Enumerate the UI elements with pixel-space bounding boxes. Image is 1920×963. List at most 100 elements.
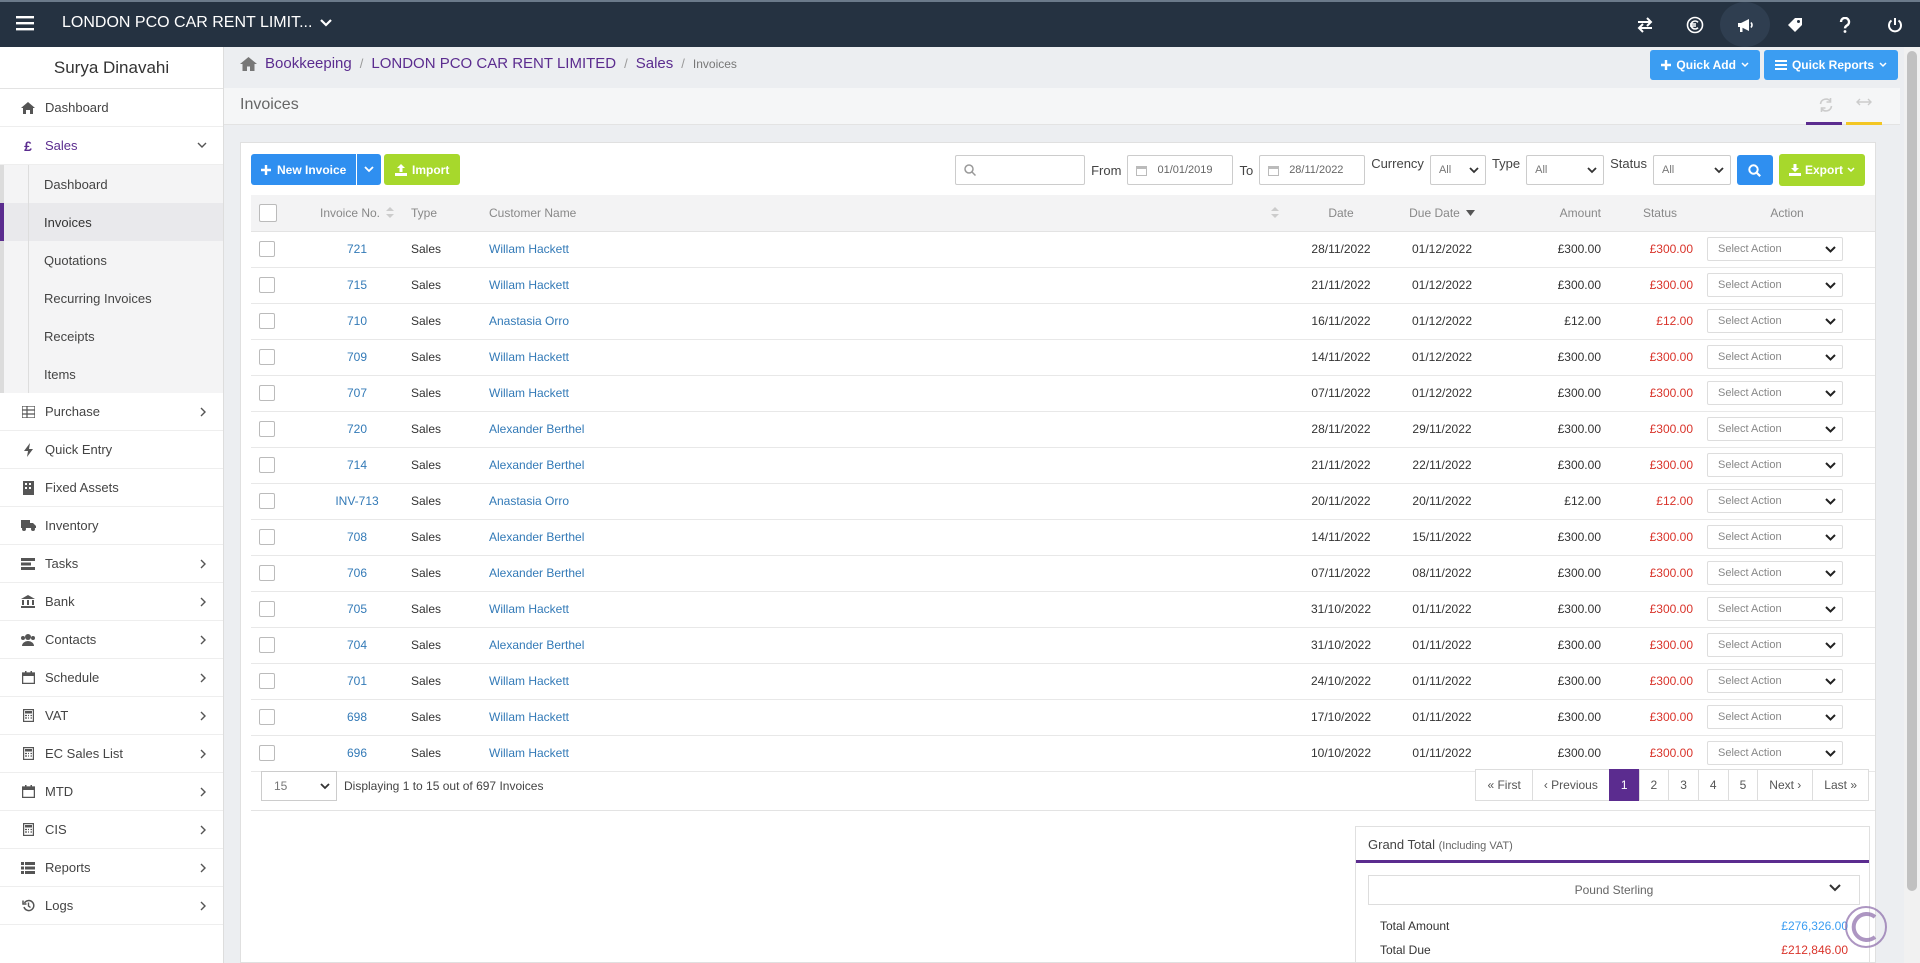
sidebar-item-logs[interactable]: Logs <box>0 887 223 925</box>
pagination-first[interactable]: « First <box>1475 769 1533 801</box>
row-checkbox[interactable] <box>259 349 275 365</box>
submenu-item-dashboard[interactable]: Dashboard <box>4 165 223 203</box>
row-checkbox[interactable] <box>259 565 275 581</box>
invoice-no-link[interactable]: 698 <box>347 710 367 724</box>
customer-link[interactable]: Alexander Berthel <box>489 458 584 472</box>
customer-link[interactable]: Willam Hackett <box>489 710 569 724</box>
export-button[interactable]: Export <box>1778 154 1865 186</box>
sidebar-item-tasks[interactable]: Tasks <box>0 545 223 583</box>
customer-link[interactable]: Alexander Berthel <box>489 422 584 436</box>
row-checkbox[interactable] <box>259 673 275 689</box>
submenu-item-quotations[interactable]: Quotations <box>4 241 223 279</box>
customer-link[interactable]: Willam Hackett <box>489 350 569 364</box>
sidebar-item-reports[interactable]: Reports <box>0 849 223 887</box>
header-amount[interactable]: Amount <box>1497 195 1605 232</box>
customer-link[interactable]: Willam Hackett <box>489 674 569 688</box>
breadcrumb-sales[interactable]: Sales <box>636 55 674 72</box>
to-date-input[interactable]: 28/11/2022 <box>1259 155 1366 185</box>
expand-icon[interactable] <box>1856 98 1872 106</box>
select-all-checkbox[interactable] <box>259 203 277 222</box>
customer-link[interactable]: Anastasia Orro <box>489 314 569 328</box>
sidebar-item-fixed-assets[interactable]: Fixed Assets <box>0 469 223 507</box>
page-scrollbar[interactable] <box>1904 47 1920 963</box>
action-select[interactable]: Select Action <box>1707 309 1843 333</box>
action-select[interactable]: Select Action <box>1707 453 1843 477</box>
customer-link[interactable]: Willam Hackett <box>489 242 569 256</box>
action-select[interactable]: Select Action <box>1707 273 1843 297</box>
page-size-select[interactable]: 15 <box>261 771 337 801</box>
row-checkbox[interactable] <box>259 745 275 761</box>
switch-icon[interactable] <box>1620 2 1670 47</box>
pagination-page-1[interactable]: 1 <box>1608 769 1640 801</box>
sidebar-item-vat[interactable]: VAT <box>0 697 223 735</box>
sidebar-item-cis[interactable]: CIS <box>0 811 223 849</box>
hamburger-menu-icon[interactable] <box>16 15 34 31</box>
action-select[interactable]: Select Action <box>1707 489 1843 513</box>
refresh-icon[interactable] <box>1818 98 1834 112</box>
row-checkbox[interactable] <box>259 421 275 437</box>
sidebar-item-inventory[interactable]: Inventory <box>0 507 223 545</box>
action-select[interactable]: Select Action <box>1707 705 1843 729</box>
currency-icon[interactable] <box>1670 2 1720 47</box>
scrollbar-thumb[interactable] <box>1907 51 1917 891</box>
invoice-no-link[interactable]: 721 <box>347 242 367 256</box>
help-icon[interactable] <box>1820 2 1870 47</box>
customer-link[interactable]: Alexander Berthel <box>489 638 584 652</box>
new-invoice-button[interactable]: New Invoice <box>251 154 357 185</box>
power-icon[interactable] <box>1870 2 1920 47</box>
currency-select[interactable]: All <box>1429 155 1486 185</box>
action-select[interactable]: Select Action <box>1707 597 1843 621</box>
new-invoice-dropdown[interactable] <box>357 154 382 185</box>
action-select[interactable]: Select Action <box>1707 237 1843 261</box>
breadcrumb-company[interactable]: LONDON PCO CAR RENT LIMITED <box>371 55 616 72</box>
sidebar-item-dashboard[interactable]: Dashboard <box>0 89 223 127</box>
action-select[interactable]: Select Action <box>1707 345 1843 369</box>
header-customer-name[interactable]: Customer Name <box>489 195 1295 232</box>
action-select[interactable]: Select Action <box>1707 525 1843 549</box>
pagination-previous[interactable]: ‹ Previous <box>1531 769 1610 801</box>
sidebar-item-bank[interactable]: Bank <box>0 583 223 621</box>
row-checkbox[interactable] <box>259 277 275 293</box>
customer-link[interactable]: Alexander Berthel <box>489 566 584 580</box>
header-invoice-no[interactable]: Invoice No. <box>303 195 411 232</box>
row-checkbox[interactable] <box>259 241 275 257</box>
invoice-no-link[interactable]: 714 <box>347 458 367 472</box>
invoice-no-link[interactable]: 709 <box>347 350 367 364</box>
action-select[interactable]: Select Action <box>1707 561 1843 585</box>
submenu-item-recurring-invoices[interactable]: Recurring Invoices <box>4 279 223 317</box>
submenu-item-items[interactable]: Items <box>4 355 223 393</box>
submenu-item-invoices[interactable]: Invoices <box>0 203 223 241</box>
chat-widget-icon[interactable] <box>1842 903 1890 951</box>
action-select[interactable]: Select Action <box>1707 669 1843 693</box>
row-checkbox[interactable] <box>259 601 275 617</box>
customer-link[interactable]: Alexander Berthel <box>489 530 584 544</box>
invoice-no-link[interactable]: 710 <box>347 314 367 328</box>
company-switcher[interactable]: LONDON PCO CAR RENT LIMIT... <box>62 14 333 32</box>
row-checkbox[interactable] <box>259 313 275 329</box>
header-due-date[interactable]: Due Date <box>1387 195 1497 232</box>
submenu-item-receipts[interactable]: Receipts <box>4 317 223 355</box>
from-date-input[interactable]: 01/01/2019 <box>1127 155 1234 185</box>
search-button[interactable] <box>1736 155 1773 185</box>
pagination-next[interactable]: Next › <box>1757 769 1814 801</box>
sidebar-item-sales[interactable]: £ Sales <box>0 127 223 165</box>
announcement-icon[interactable] <box>1720 2 1770 47</box>
invoice-no-link[interactable]: 708 <box>347 530 367 544</box>
invoice-no-link[interactable]: 704 <box>347 638 367 652</box>
row-checkbox[interactable] <box>259 493 275 509</box>
header-date[interactable]: Date <box>1295 195 1387 232</box>
action-select[interactable]: Select Action <box>1707 381 1843 405</box>
pagination-page-5[interactable]: 5 <box>1727 769 1759 801</box>
breadcrumb-bookkeeping[interactable]: Bookkeeping <box>265 55 352 72</box>
invoice-no-link[interactable]: 696 <box>347 746 367 760</box>
invoice-no-link[interactable]: 705 <box>347 602 367 616</box>
import-button[interactable]: Import <box>384 154 461 185</box>
customer-link[interactable]: Willam Hackett <box>489 386 569 400</box>
invoice-no-link[interactable]: 715 <box>347 278 367 292</box>
quick-add-button[interactable]: Quick Add <box>1650 50 1760 80</box>
sidebar-item-quick-entry[interactable]: Quick Entry <box>0 431 223 469</box>
customer-link[interactable]: Willam Hackett <box>489 602 569 616</box>
customer-link[interactable]: Willam Hackett <box>489 278 569 292</box>
row-checkbox[interactable] <box>259 385 275 401</box>
row-checkbox[interactable] <box>259 637 275 653</box>
